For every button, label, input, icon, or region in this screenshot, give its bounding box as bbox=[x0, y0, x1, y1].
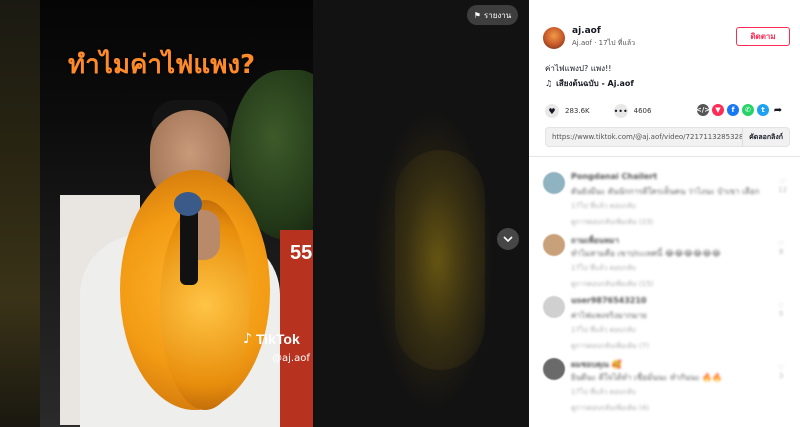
share-arrow-icon[interactable]: ➦ bbox=[772, 104, 784, 116]
engagement-stats: ♥ 283.6K ••• 4606 bbox=[545, 104, 651, 118]
view-replies-link[interactable]: ดูการตอบกลับเพิ่มเติม (4) bbox=[571, 403, 649, 414]
blurred-backdrop-left bbox=[0, 0, 40, 427]
comment-like-button[interactable]: ♡ 12 bbox=[778, 178, 787, 194]
comment-like-count: 12 bbox=[778, 186, 787, 194]
avatar[interactable] bbox=[543, 26, 565, 49]
whatsapp-icon[interactable]: ✆ bbox=[742, 104, 754, 116]
comment-item[interactable]: user9876543210 ค่าไฟแพงจริงมากมาย 17ไป ที่… bbox=[529, 288, 800, 350]
chevron-down-icon bbox=[503, 236, 513, 243]
comment-author[interactable]: user9876543210 bbox=[571, 296, 647, 305]
embed-icon[interactable]: </> bbox=[696, 104, 710, 116]
comment-item[interactable]: ถามเพื่อนหมาทำไมสามคือ เขาประเทศนี้ 😂😂😂😂… bbox=[529, 226, 800, 288]
comment-like-count: 5 bbox=[778, 310, 784, 318]
report-label: รายงาน bbox=[483, 10, 512, 20]
comment-like-button[interactable]: ♡ 8 bbox=[778, 240, 784, 256]
comment-avatar[interactable] bbox=[543, 358, 565, 380]
share-link-url[interactable]: https://www.tiktok.com/@aj.aof/video/721… bbox=[546, 133, 742, 141]
watermark-text: TikTok bbox=[255, 331, 300, 347]
like-count: 283.6K bbox=[565, 107, 590, 115]
comment-count: 4606 bbox=[633, 107, 652, 115]
comment-meta: 17ไป ที่แล้ว ตอบกลับ bbox=[571, 326, 636, 334]
comment-text: ดันยังมีนะ ดันนักการดีใครเห็นคน ว่าไงนะ … bbox=[571, 187, 760, 196]
heart-outline-icon: ♡ bbox=[778, 364, 785, 372]
heart-outline-icon: ♡ bbox=[778, 302, 785, 310]
next-video-button[interactable] bbox=[497, 228, 519, 250]
tiktok-logo-icon: ♪ bbox=[243, 331, 252, 347]
twitter-icon[interactable]: t bbox=[757, 104, 769, 116]
flag-icon: ⚑ bbox=[473, 10, 481, 20]
video-caption: ทำไมค่าไฟแพง? bbox=[68, 50, 256, 80]
comment-meta: 17ไป ที่แล้ว ตอบกลับ bbox=[571, 388, 636, 396]
tiktok-watermark: ♪ TikTok bbox=[243, 331, 300, 347]
send-icon[interactable]: ▼ bbox=[712, 104, 724, 116]
comment-text: ค่าไฟแพงจริงมากมาย bbox=[571, 311, 647, 320]
comment-like-count: 8 bbox=[778, 248, 784, 256]
report-button[interactable]: ⚑ รายงาน bbox=[467, 5, 518, 25]
comment-author[interactable]: ถามเพื่อนหมา bbox=[571, 234, 619, 247]
heart-icon[interactable]: ♥ bbox=[545, 104, 559, 118]
comment-author[interactable]: Pongdanai Chailert bbox=[571, 172, 657, 181]
post-description: ค่าไฟแพงป? แพง!! bbox=[545, 64, 612, 73]
comment-icon[interactable]: ••• bbox=[614, 104, 628, 118]
details-panel: aj.aof Aj.aof · 17ไป ที่แล้ว ติดตาม ค่าไ… bbox=[529, 0, 800, 427]
comment-like-button[interactable]: ♡ 5 bbox=[778, 302, 784, 318]
music-link[interactable]: ♫ เสียงต้นฉบับ - Aj.aof bbox=[545, 77, 634, 90]
banner-number: 55 bbox=[290, 242, 313, 264]
microphone-head bbox=[174, 192, 202, 216]
share-icons: </> ▼ f ✆ t ➦ bbox=[696, 104, 784, 116]
music-title[interactable]: เสียงต้นฉบับ - Aj.aof bbox=[556, 77, 634, 90]
blurred-backdrop-figure bbox=[395, 150, 485, 370]
comment-item[interactable]: ผมชอบคุณ 🥰 ยินดีนะ ดีใจได้ทำ เชื่อมั่นนะ … bbox=[529, 350, 800, 412]
comment-meta: 17ไป ที่แล้ว ตอบกลับ bbox=[571, 264, 636, 272]
comment-like-count: 3 bbox=[778, 372, 784, 380]
comment-avatar[interactable] bbox=[543, 296, 565, 318]
comment-like-button[interactable]: ♡ 3 bbox=[778, 364, 784, 380]
comment-text: ยินดีนะ ดีใจได้ทำ เชื่อมั่นนะ ทำกันนะ 🔥🔥 bbox=[571, 373, 723, 382]
comment-author[interactable]: ผมชอบคุณ 🥰 bbox=[571, 358, 622, 371]
divider bbox=[529, 156, 800, 157]
share-link-box: https://www.tiktok.com/@aj.aof/video/721… bbox=[545, 127, 790, 147]
comments-list[interactable]: Pongdanai Chailert ดันยังมีนะ ดันนักการดี… bbox=[529, 160, 800, 427]
watermark-username: @aj.aof bbox=[272, 353, 310, 364]
comment-item[interactable]: Pongdanai Chailert ดันยังมีนะ ดันนักการดี… bbox=[529, 164, 800, 226]
author-subtitle: Aj.aof · 17ไป ที่แล้ว bbox=[572, 39, 636, 47]
heart-outline-icon: ♡ bbox=[778, 240, 785, 248]
comment-meta: 17ไป ที่แล้ว ตอบกลับ bbox=[571, 202, 636, 210]
copy-link-button[interactable]: คัดลอกลิงก์ bbox=[742, 128, 789, 146]
music-note-icon: ♫ bbox=[545, 79, 553, 88]
author-info[interactable]: aj.aof Aj.aof · 17ไป ที่แล้ว bbox=[543, 26, 635, 49]
comment-avatar[interactable] bbox=[543, 172, 565, 194]
author-username[interactable]: aj.aof bbox=[572, 26, 635, 36]
facebook-icon[interactable]: f bbox=[727, 104, 739, 116]
comment-avatar[interactable] bbox=[543, 234, 565, 256]
heart-outline-icon: ♡ bbox=[779, 178, 786, 186]
follow-button[interactable]: ติดตาม bbox=[736, 27, 790, 46]
video-stage: 55 ทำไมค่าไฟแพง? ♪ TikTok @aj.aof ⚑ รายง… bbox=[0, 0, 529, 427]
comment-text: ทำไมสามคือ เขาประเทศนี้ 😂😂😂😂😂😂 bbox=[571, 249, 721, 258]
